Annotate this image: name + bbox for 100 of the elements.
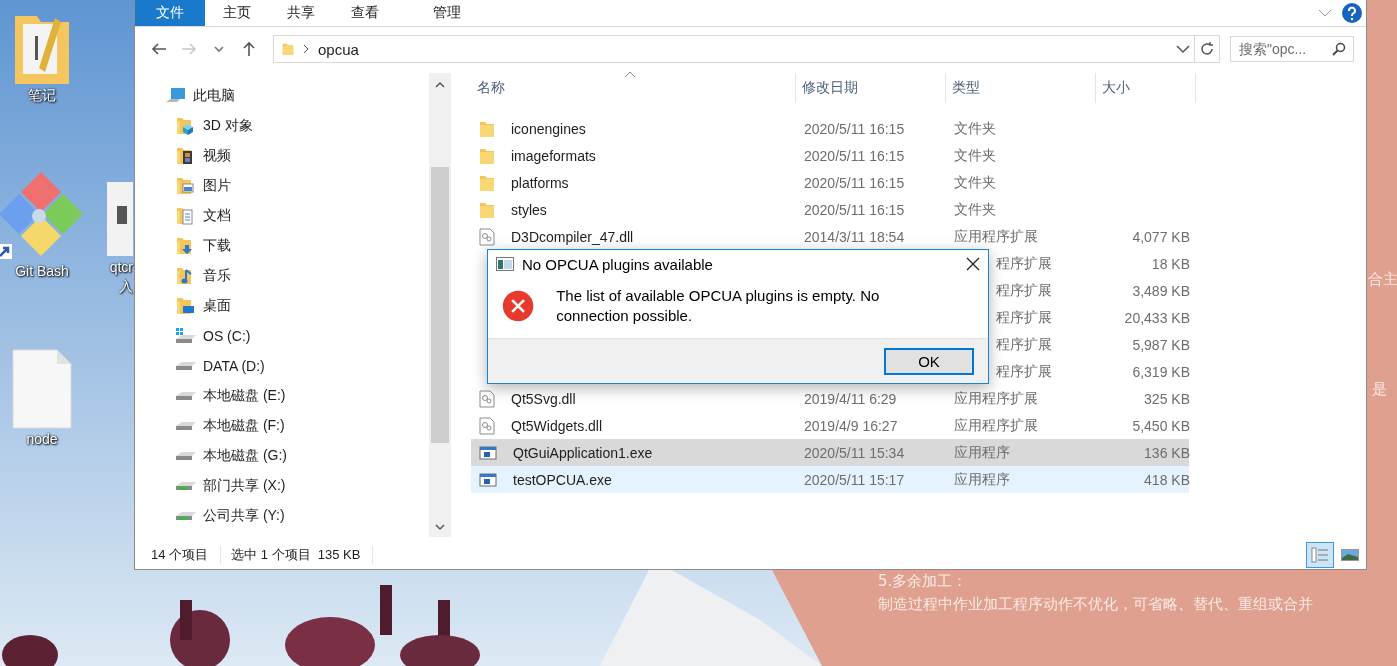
column-header[interactable]: 名称 [471,73,796,103]
wallpaper-text: 是 [1372,380,1387,399]
network-drive-icon [175,511,197,521]
ok-button[interactable]: OK [884,347,974,375]
wallpaper-text: 制造过程中作业加工程序动作不优化，可省略、替代、重组或合并 [878,595,1313,614]
item-count: 14 个项目 [151,545,222,564]
column-header[interactable]: 修改日期 [796,73,946,103]
file-row[interactable]: QtGuiApplication1.exe 2020/5/11 15:34 应用程序 136 KB [471,439,1189,466]
desktop-folder-icon [175,296,197,316]
nav-item[interactable]: 图片 [175,171,429,201]
refresh-button[interactable] [1195,35,1220,63]
type-cell-text: 文件夹 [953,200,997,219]
file-row[interactable]: iconengines 2020/5/11 16:15 文件夹 [471,115,1189,142]
network-drive-icon [175,481,197,491]
refresh-icon [1199,41,1215,57]
file-name: imageformats [510,147,596,164]
nav-item[interactable]: DATA (D:) [175,351,429,381]
nav-item[interactable]: 部门共享 (X:) [175,471,429,501]
size-cell-text: 4,077 KB [1131,228,1191,245]
ribbon-tab[interactable]: 文件 [135,0,205,26]
file-name: Qt5Svg.dll [510,390,576,407]
nav-item[interactable]: 桌面 [175,291,429,321]
application-icon [479,471,497,488]
drive-icon [175,391,197,401]
scrollbar[interactable] [429,73,451,537]
folder-icon [479,200,495,219]
size-cell-text: 418 KB [1143,471,1191,488]
size-cell-text: 5,987 KB [1131,336,1191,353]
selection-status: 选中 1 个项目 135 KB [231,545,374,564]
nav-item[interactable]: 本地磁盘 (F:) [175,411,429,441]
settings-file-icon [479,416,495,435]
file-name: platforms [510,174,569,191]
date-cell-text: 2019/4/9 16:27 [803,417,899,434]
size-cell-text: 20,433 KB [1123,309,1191,326]
type-cell-text: 程序扩展 [995,362,1053,381]
file-row[interactable]: D3Dcompiler_47.dll 2014/3/11 18:54 应用程序扩展 4,077 KB [471,223,1189,250]
type-cell-text: 文件夹 [953,146,997,165]
picture-folder-icon [175,176,197,196]
type-cell-text: 应用程序 [953,470,1011,489]
size-cell-text: 5,450 KB [1131,417,1191,434]
close-icon[interactable] [966,257,980,271]
thumbnail-view-icon [1341,548,1359,561]
size-cell-text: 325 KB [1143,390,1191,407]
nav-item[interactable]: 3D 对象 [175,111,429,141]
nav-item[interactable]: 音乐 [175,261,429,291]
nav-item[interactable]: 本地磁盘 (E:) [175,381,429,411]
date-cell-text: 2020/5/11 16:15 [803,120,906,137]
folder-icon [479,173,495,192]
nav-item[interactable]: 此电脑 [165,81,429,111]
folder-icon [479,146,495,165]
column-header[interactable]: 类型 [946,73,1096,103]
file-row[interactable]: platforms 2020/5/11 16:15 文件夹 [471,169,1189,196]
help-icon[interactable] [1342,3,1362,23]
chevron-down-icon[interactable] [1176,44,1190,54]
file-name: styles [510,201,547,218]
ribbon-tab[interactable]: 共享 [269,0,333,26]
application-icon [479,444,497,461]
nav-item[interactable]: 公司共享 (Y:) [175,501,429,531]
date-cell-text: 2019/4/11 6:29 [803,390,898,407]
ribbon-tab[interactable]: 管理 [397,0,497,26]
drive-icon [175,451,197,461]
file-name: D3Dcompiler_47.dll [510,228,634,245]
type-cell-text: 文件夹 [953,119,997,138]
ribbon-tab[interactable]: 主页 [205,0,269,26]
file-row[interactable]: styles 2020/5/11 16:15 文件夹 [471,196,1189,223]
file-row[interactable]: testOPCUA.exe 2020/5/11 15:17 应用程序 418 KB [471,466,1189,493]
date-cell-text: 2020/5/11 16:15 [803,147,906,164]
nav-item[interactable]: 本地磁盘 (G:) [175,441,429,471]
type-cell-text: 程序扩展 [995,308,1053,327]
window-icon [496,257,514,271]
date-cell-text: 2020/5/11 16:15 [803,201,906,218]
back-arrow-icon[interactable] [150,41,168,57]
drive-icon [175,421,197,431]
file-row[interactable]: Qt5Widgets.dll 2019/4/9 16:27 应用程序扩展 5,450 KB [471,412,1189,439]
folder-icon [479,119,495,138]
settings-file-icon [479,389,495,408]
file-name: iconengines [510,120,586,137]
address-bar[interactable]: opcua [273,35,1195,63]
nav-item[interactable]: 视频 [175,141,429,171]
ribbon-tab[interactable]: 查看 [333,0,397,26]
type-cell-text: 程序扩展 [995,335,1053,354]
wallpaper-text: 合主 [1368,270,1397,289]
search-icon[interactable] [1332,42,1346,56]
nav-item[interactable]: 下载 [175,231,429,261]
type-cell-text: 应用程序 [953,443,1011,462]
type-cell-text: 应用程序扩展 [953,227,1039,246]
view-button[interactable] [1306,541,1334,568]
column-header[interactable]: 大小 [1096,73,1196,103]
search-field[interactable]: 搜索"opc... [1230,36,1354,62]
file-row[interactable]: Qt5Svg.dll 2019/4/11 6:29 应用程序扩展 325 KB [471,385,1189,412]
file-name: testOPCUA.exe [512,471,612,488]
details-view-icon [1311,546,1329,563]
nav-item[interactable]: OS (C:) [175,321,429,351]
type-cell-text: 文件夹 [953,173,997,192]
settings-file-icon [479,227,495,246]
file-name: QtGuiApplication1.exe [512,444,653,461]
size-cell-text: 3,489 KB [1131,282,1191,299]
wallpaper-text: 5.多余加工： [878,572,968,591]
nav-item[interactable]: 文档 [175,201,429,231]
file-row[interactable]: imageformats 2020/5/11 16:15 文件夹 [471,142,1189,169]
